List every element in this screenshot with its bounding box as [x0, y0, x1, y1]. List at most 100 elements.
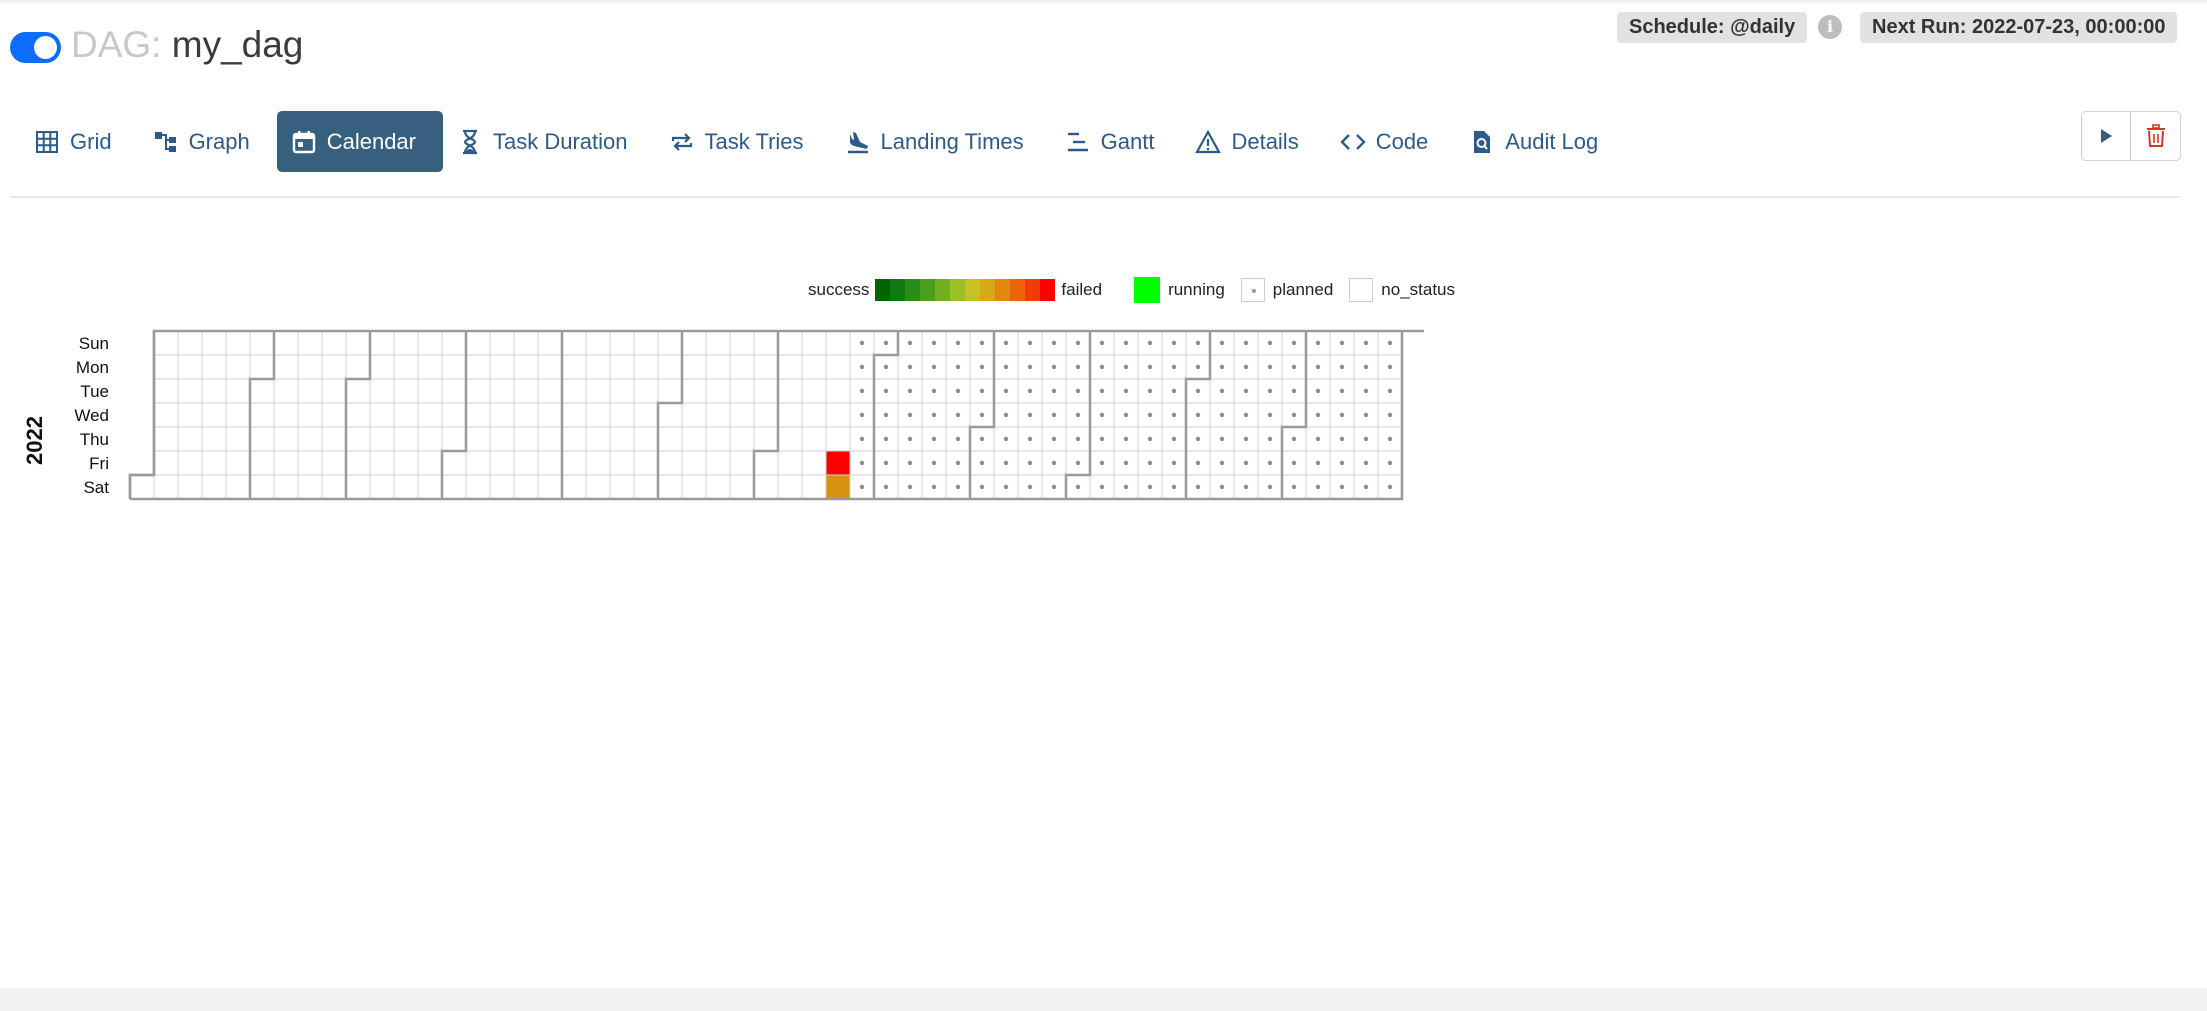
tab-graph[interactable]: Graph [139, 111, 277, 172]
calendar-day-cell [801, 378, 827, 404]
calendar-day-cell [729, 378, 755, 404]
planned-dot [1147, 412, 1153, 418]
planned-dot [979, 484, 985, 490]
planned-dot [1315, 388, 1321, 394]
planned-dot [1075, 460, 1081, 466]
planned-dot [1099, 388, 1105, 394]
planned-dot [907, 436, 913, 442]
planned-dot [1027, 460, 1033, 466]
calendar-day-cell [321, 378, 347, 404]
calendar-day-cell [633, 402, 659, 428]
calendar-view: 2022 Sun Mon Tue Wed Thu Fri Sat [22, 325, 1430, 510]
calendar-day-cell [825, 402, 851, 428]
calendar-day-cell [777, 354, 803, 380]
info-icon[interactable]: i [1818, 15, 1842, 39]
planned-dot [1291, 484, 1297, 490]
planned-dot [1267, 388, 1273, 394]
legend-gradient-step [890, 279, 906, 301]
tab-task-duration[interactable]: Task Duration [443, 111, 655, 172]
calendar-day-cell [369, 354, 395, 380]
calendar-day-cell [609, 330, 635, 356]
calendar-day-cell [345, 426, 371, 452]
tab-grid[interactable]: Grid [20, 111, 139, 172]
legend-gradient-step [995, 279, 1011, 301]
calendar-day-cell [537, 450, 563, 476]
calendar-day-cell [657, 426, 683, 452]
planned-dot [1099, 364, 1105, 370]
planned-dot [883, 484, 889, 490]
calendar-day-cell [609, 450, 635, 476]
planned-dot [1315, 412, 1321, 418]
calendar-day-cell [753, 378, 779, 404]
calendar-icon [292, 130, 315, 153]
calendar-day-cell [393, 378, 419, 404]
tab-calendar[interactable]: Calendar [276, 111, 443, 172]
planned-dot [1099, 460, 1105, 466]
dag-pause-toggle[interactable] [10, 32, 61, 63]
delete-dag-button[interactable] [2131, 111, 2181, 161]
planned-dot [931, 388, 937, 394]
planned-dot [1051, 484, 1057, 490]
legend-gradient-step [905, 279, 921, 301]
calendar-day-cell [321, 330, 347, 356]
calendar-day-cell [441, 354, 467, 380]
calendar-day-cell [585, 474, 611, 500]
calendar-day-cell [249, 330, 275, 356]
legend-gradient-step [1025, 279, 1041, 301]
legend-running-swatch [1134, 277, 1161, 303]
legend-running-label: running [1168, 280, 1225, 299]
planned-dot [931, 340, 937, 346]
tab-label: Grid [70, 128, 112, 154]
calendar-year-label: 2022 [22, 416, 47, 465]
calendar-day-cell [489, 354, 515, 380]
tab-audit-log[interactable]: Audit Log [1455, 111, 1625, 172]
planned-dot [1171, 412, 1177, 418]
tab-landing-times[interactable]: Landing Times [831, 111, 1051, 172]
planned-dot [1051, 364, 1057, 370]
calendar-day-cell [801, 330, 827, 356]
planned-dot [1291, 436, 1297, 442]
calendar-day-cell [417, 426, 443, 452]
planned-dot [1123, 412, 1129, 418]
calendar-day-cell [801, 426, 827, 452]
tab-gantt[interactable]: Gantt [1051, 111, 1182, 172]
legend-failed-label: failed [1061, 280, 1103, 299]
planned-dot [1315, 460, 1321, 466]
calendar-day-cell [801, 354, 827, 380]
calendar-day-cell [393, 402, 419, 428]
calendar-day-cell [345, 474, 371, 500]
calendar-day-cell [297, 474, 323, 500]
legend-planned-swatch [1240, 278, 1265, 302]
planned-dot [1339, 340, 1345, 346]
calendar-day-cell [585, 450, 611, 476]
planned-dot [1099, 484, 1105, 490]
tab-label: Task Duration [493, 128, 628, 154]
calendar-day-cell [753, 474, 779, 500]
calendar-day-cell [561, 402, 587, 428]
calendar-day-cell [705, 426, 731, 452]
planned-dot [859, 412, 865, 418]
calendar-day-cell [585, 330, 611, 356]
day-label-mon: Mon [76, 358, 109, 377]
planned-dot [859, 436, 865, 442]
tab-task-tries[interactable]: Task Tries [655, 111, 831, 172]
calendar-day-cell [345, 402, 371, 428]
planned-dot [859, 484, 865, 490]
trigger-dag-button[interactable] [2081, 111, 2131, 161]
calendar-day-cell [273, 330, 299, 356]
day-label-wed: Wed [74, 406, 109, 425]
calendar-day-cell [825, 450, 851, 476]
planned-dot [1147, 364, 1153, 370]
planned-dot [1003, 412, 1009, 418]
planned-dot [1339, 388, 1345, 394]
calendar-day-cell [417, 474, 443, 500]
calendar-day-cell [705, 378, 731, 404]
tab-code[interactable]: Code [1326, 111, 1456, 172]
tab-details[interactable]: Details [1181, 111, 1325, 172]
calendar-day-cell [753, 354, 779, 380]
calendar-day-cell [177, 354, 203, 380]
calendar-day-cell [489, 330, 515, 356]
planned-dot [1171, 340, 1177, 346]
planned-dot [955, 412, 961, 418]
planned-dot [1147, 460, 1153, 466]
